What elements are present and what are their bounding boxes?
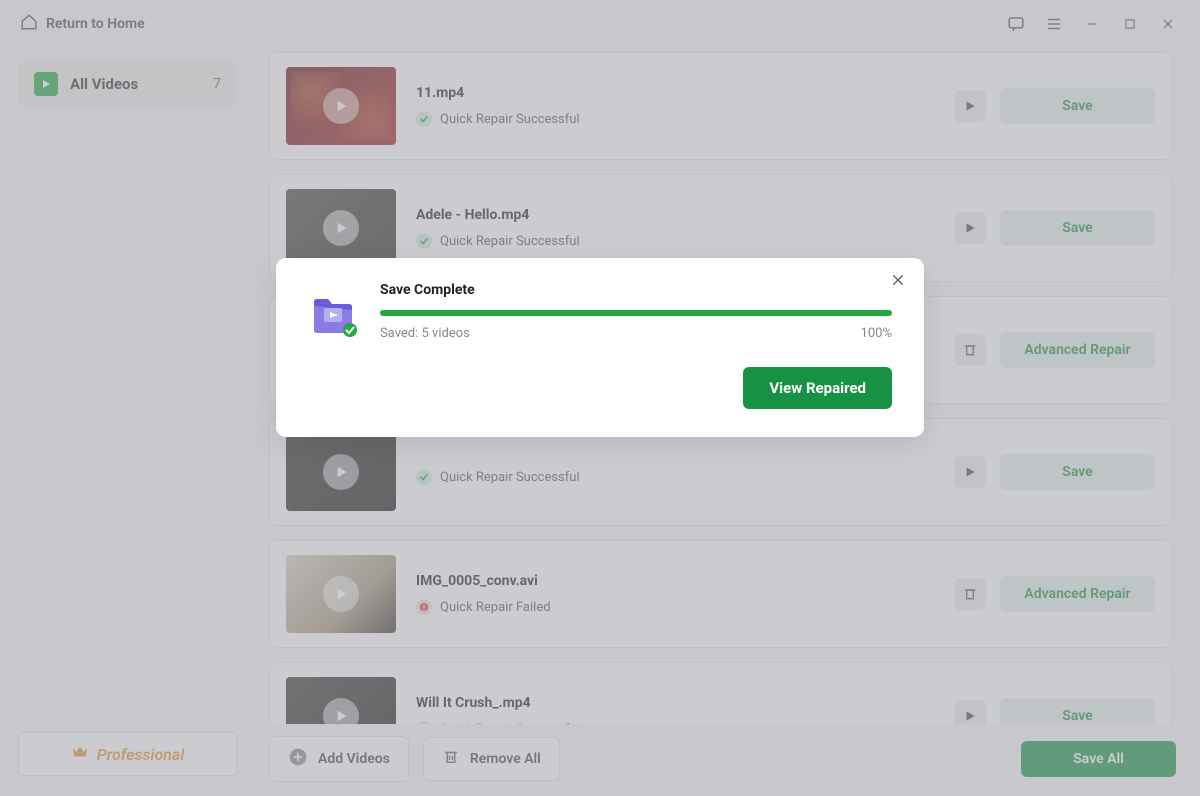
modal-close-button[interactable] xyxy=(890,272,906,292)
folder-video-icon xyxy=(308,288,358,338)
saved-count-text: Saved: 5 videos xyxy=(380,326,470,341)
progress-bar xyxy=(380,310,892,316)
save-complete-modal: Save Complete Saved: 5 videos 100% View … xyxy=(276,258,924,437)
view-repaired-label: View Repaired xyxy=(769,379,866,397)
modal-title: Save Complete xyxy=(380,282,892,298)
progress-percent: 100% xyxy=(861,326,892,341)
modal-overlay: Save Complete Saved: 5 videos 100% View … xyxy=(0,0,1200,796)
view-repaired-button[interactable]: View Repaired xyxy=(743,367,892,409)
